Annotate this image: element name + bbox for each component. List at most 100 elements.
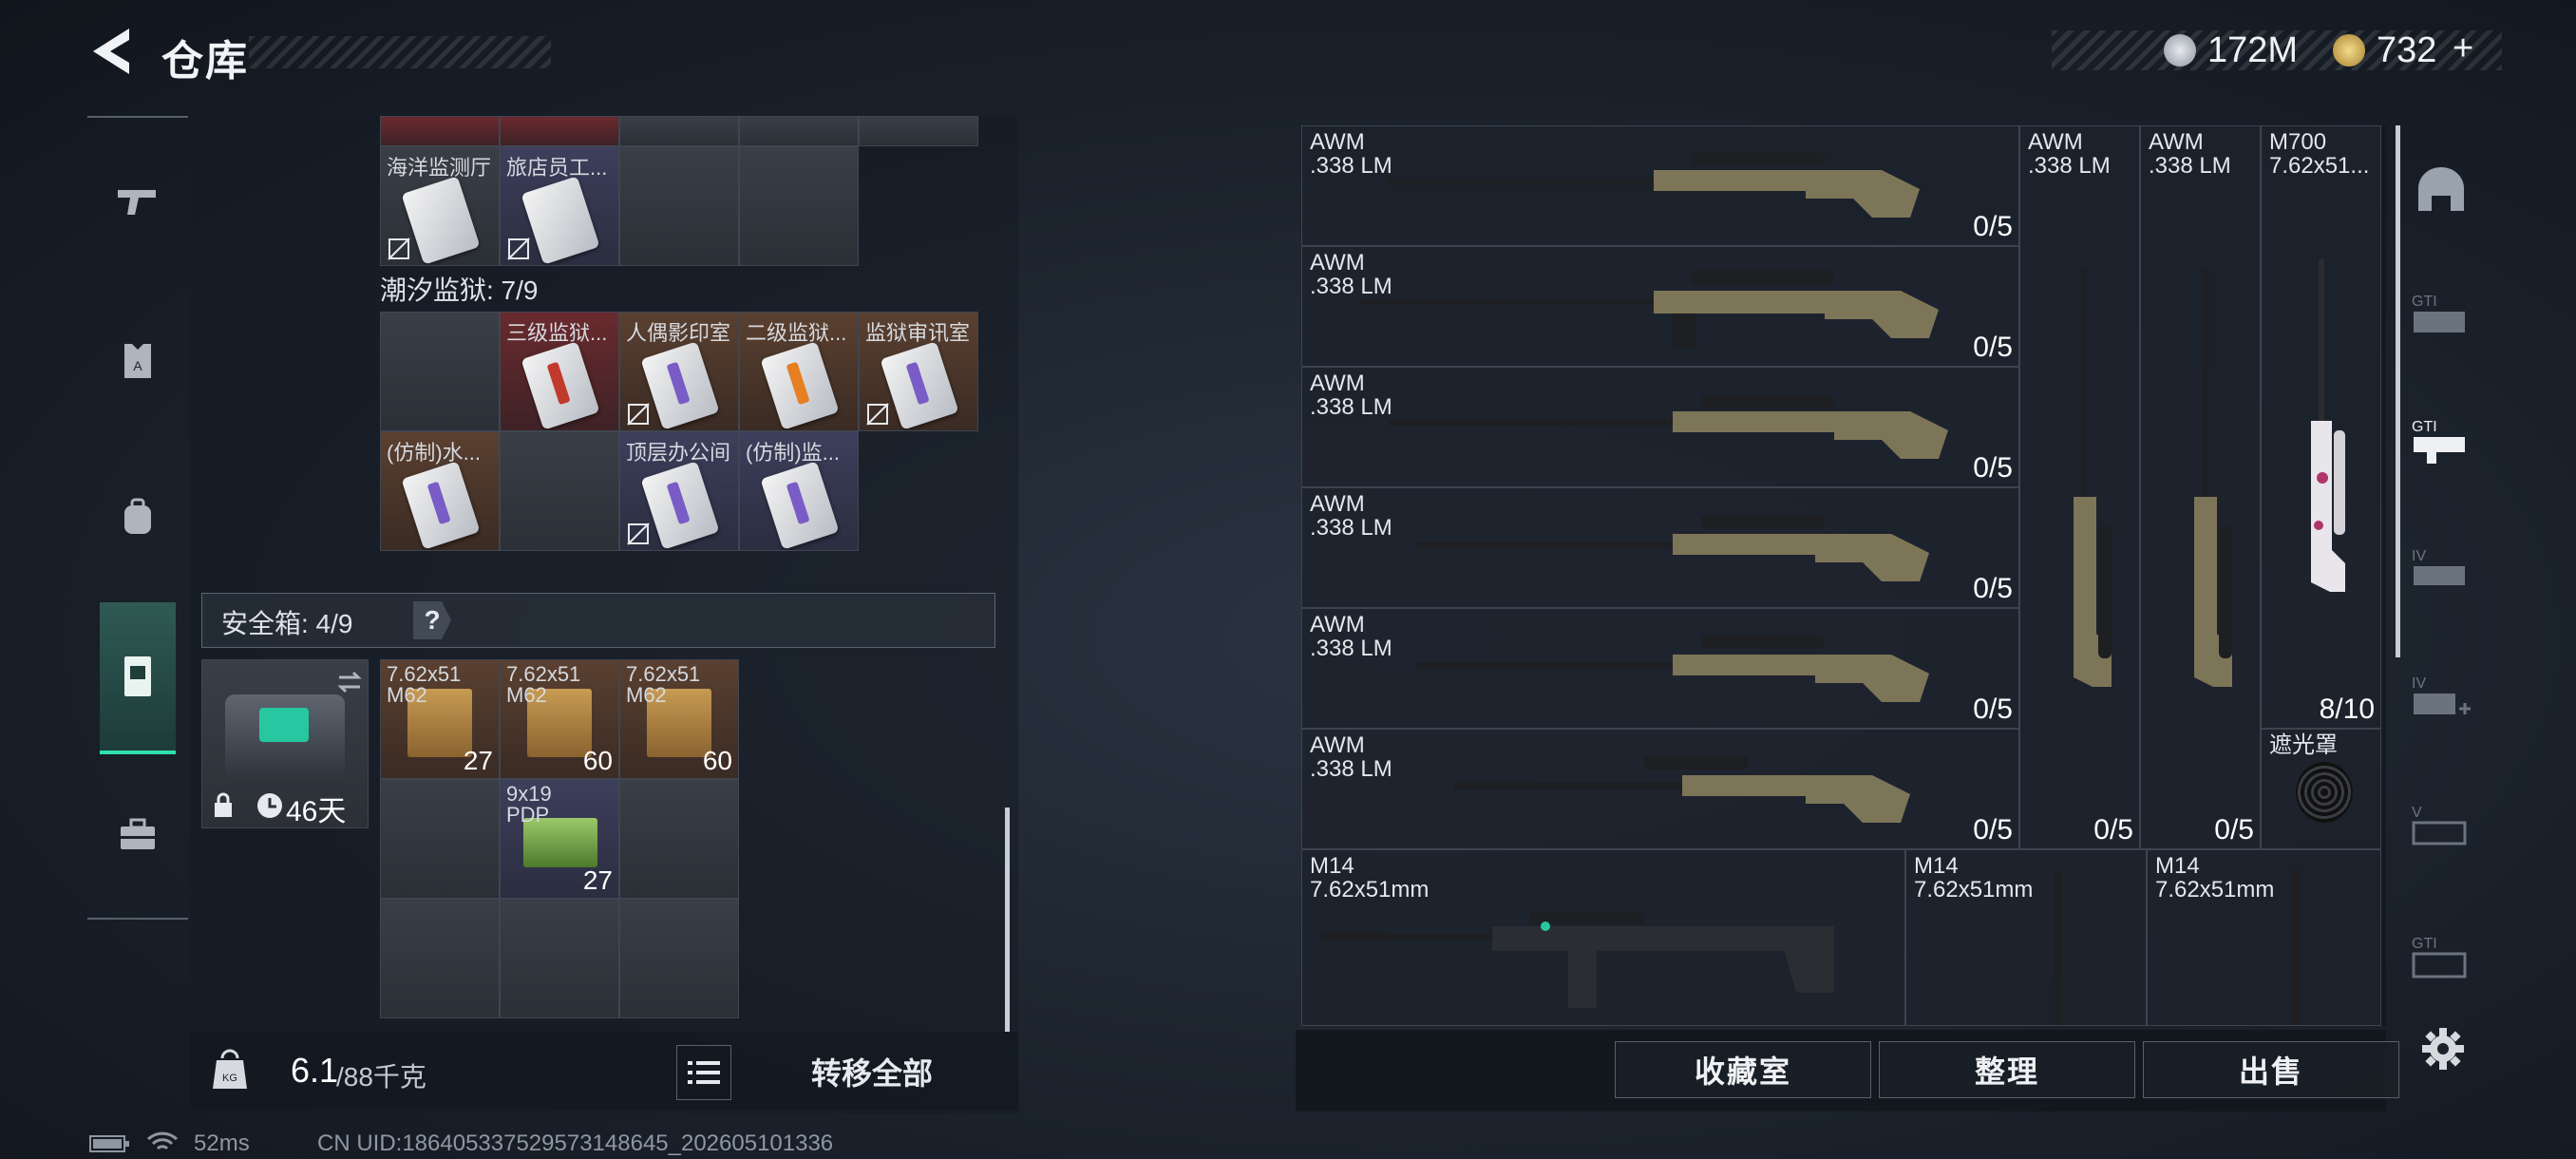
empty-slot[interactable]	[619, 146, 739, 266]
ammo-slot[interactable]: 7.62x51 M62 60	[500, 659, 619, 779]
empty-slot[interactable]	[500, 899, 619, 1018]
key-slot-partial[interactable]	[500, 116, 619, 146]
right-nav-iv-2[interactable]: IV	[2394, 652, 2489, 747]
sort-button[interactable]: 整理	[1879, 1041, 2135, 1098]
right-nav-gti-1[interactable]: GTI	[2394, 270, 2489, 365]
ammo-slot[interactable]: 7.62x51 M62 60	[619, 659, 739, 779]
list-view-button[interactable]	[676, 1045, 731, 1100]
weapon-count: 0/5	[2093, 814, 2133, 846]
svg-text:V: V	[2412, 805, 2422, 821]
weapon-slot-m700[interactable]: M700 7.62x51... 8/10	[2261, 125, 2381, 729]
key-card-name: 海洋监测厅	[387, 156, 492, 180]
key-card-slot[interactable]: (仿制)监...	[739, 431, 859, 551]
key-card-slot[interactable]: 顶层办公间	[619, 431, 739, 551]
weapon-name: AWM .338 LM	[2028, 129, 2111, 179]
weapon-slot-awm[interactable]: AWM .338 LM 0/5	[1301, 487, 2019, 608]
key-card-slot[interactable]: 三级监狱...	[500, 312, 619, 431]
key-slot-partial[interactable]	[739, 116, 859, 146]
right-nav-iv-1[interactable]: IV	[2394, 524, 2489, 619]
weapon-slot-awm[interactable]: AWM .338 LM 0/5	[1301, 246, 2019, 367]
transfer-all-button[interactable]: 转移全部	[747, 1043, 997, 1100]
empty-slot[interactable]	[619, 779, 739, 899]
empty-slot[interactable]	[500, 431, 619, 551]
weapon-name: AWM .338 LM	[1310, 732, 1392, 782]
gti-1-icon: GTI	[2412, 294, 2465, 332]
safe-box-icon	[124, 656, 151, 696]
attachment-slot-muzzle[interactable]: 遮光罩	[2261, 729, 2381, 849]
silver-amount: 172M	[2207, 30, 2299, 70]
key-card-slot[interactable]: 二级监狱...	[739, 312, 859, 431]
empty-slot[interactable]	[619, 899, 739, 1018]
iv-2-icon: IV	[2412, 675, 2471, 714]
nav-toolbox[interactable]	[100, 796, 176, 872]
lock-icon	[215, 792, 232, 817]
key-card-slot[interactable]: 海洋监测厅	[380, 146, 500, 266]
gold-add-button[interactable]: +	[2453, 28, 2473, 69]
weapon-name: AWM .338 LM	[1310, 491, 1392, 541]
right-nav-gti-3[interactable]: GTI	[2394, 912, 2489, 1007]
attachment-name: 遮光罩	[2269, 732, 2338, 758]
weapon-slot-m14[interactable]: M14 7.62x51mm	[1301, 849, 1905, 1026]
collection-room-button[interactable]: 收藏室	[1615, 1041, 1871, 1098]
weapon-count: 8/10	[2319, 694, 2375, 725]
key-card-name: 旅店员工...	[506, 156, 608, 180]
weapon-slot-awm-vertical[interactable]: AWM .338 LM 0/5	[2019, 125, 2140, 849]
gold-amount: 732	[2377, 30, 2437, 70]
svg-text:GTI: GTI	[2412, 936, 2437, 952]
nav-backpack[interactable]	[100, 479, 176, 555]
nav-armor[interactable]: A	[100, 323, 176, 399]
weapon-name: AWM .338 LM	[1310, 370, 1392, 420]
weapon-name: M14 7.62x51mm	[1914, 853, 2034, 902]
right-nav-helmet[interactable]	[2394, 142, 2489, 238]
ammo-slot[interactable]: 9x19 PDP 27	[500, 779, 619, 899]
weapon-name: AWM .338 LM	[1310, 612, 1392, 661]
svg-text:IV: IV	[2412, 675, 2426, 692]
weapon-slot-awm[interactable]: AWM .338 LM 0/5	[1301, 608, 2019, 729]
empty-slot[interactable]	[380, 899, 500, 1018]
key-card-slot[interactable]: 人偶影印室	[619, 312, 739, 431]
untradeable-icon	[388, 238, 410, 260]
ammo-quantity: 60	[702, 746, 732, 775]
awm-rifle-icon	[1416, 515, 1929, 581]
right-nav-v[interactable]: V	[2394, 781, 2489, 876]
key-card-icon	[760, 341, 840, 430]
weapon-slot-m14[interactable]: M14 7.62x51mm	[1905, 849, 2147, 1026]
weapon-slot-awm[interactable]: AWM .338 LM 0/5	[1301, 367, 2019, 487]
weapon-slot-m14[interactable]: M14 7.62x51mm	[2147, 849, 2381, 1026]
ammo-slot[interactable]: 7.62x51 M62 27	[380, 659, 500, 779]
ammo-quantity: 60	[582, 746, 613, 775]
svg-text:A: A	[133, 358, 142, 373]
help-button[interactable]: ?	[413, 601, 451, 639]
key-card-slot[interactable]: 监狱审讯室	[859, 312, 978, 431]
empty-slot[interactable]	[739, 146, 859, 266]
weapon-count: 0/5	[1973, 332, 2013, 363]
right-nav-gti-2[interactable]: GTI	[2394, 395, 2489, 490]
key-card-name: (仿制)监...	[746, 441, 840, 465]
untradeable-icon	[627, 403, 650, 426]
safe-box-slot[interactable]: 46天	[201, 659, 369, 828]
nav-safe-box[interactable]	[100, 602, 176, 754]
settings-button[interactable]	[2418, 1024, 2468, 1074]
key-slot-partial[interactable]	[619, 116, 739, 146]
key-card-slot[interactable]: 旅店员工...	[500, 146, 619, 266]
nav-weapons[interactable]	[100, 163, 176, 239]
awm-rifle-icon	[1416, 636, 1929, 702]
key-card-name: 人偶影印室	[626, 321, 731, 345]
swap-icon	[337, 671, 362, 694]
weapon-count: 0/5	[1973, 694, 2013, 725]
safe-box-days: 46天	[286, 796, 347, 827]
key-card-slot[interactable]: (仿制)水...	[380, 431, 500, 551]
storage-scrollbar[interactable]	[1005, 808, 1010, 1032]
back-arrow-icon[interactable]	[87, 25, 135, 78]
weapon-slot-awm[interactable]: AWM .338 LM 0/5	[1301, 125, 2019, 246]
sell-button[interactable]: 出售	[2143, 1041, 2399, 1098]
empty-slot[interactable]	[380, 779, 500, 899]
key-card-name: (仿制)水...	[387, 441, 481, 465]
key-slot-partial[interactable]	[380, 116, 500, 146]
key-card-icon	[640, 341, 720, 430]
key-slot-partial[interactable]	[859, 116, 978, 146]
key-card-icon	[880, 341, 959, 430]
weapon-slot-awm-vertical[interactable]: AWM .338 LM 0/5	[2140, 125, 2261, 849]
weapon-slot-awm[interactable]: AWM .338 LM 0/5	[1301, 729, 2019, 849]
empty-slot[interactable]	[380, 312, 500, 431]
